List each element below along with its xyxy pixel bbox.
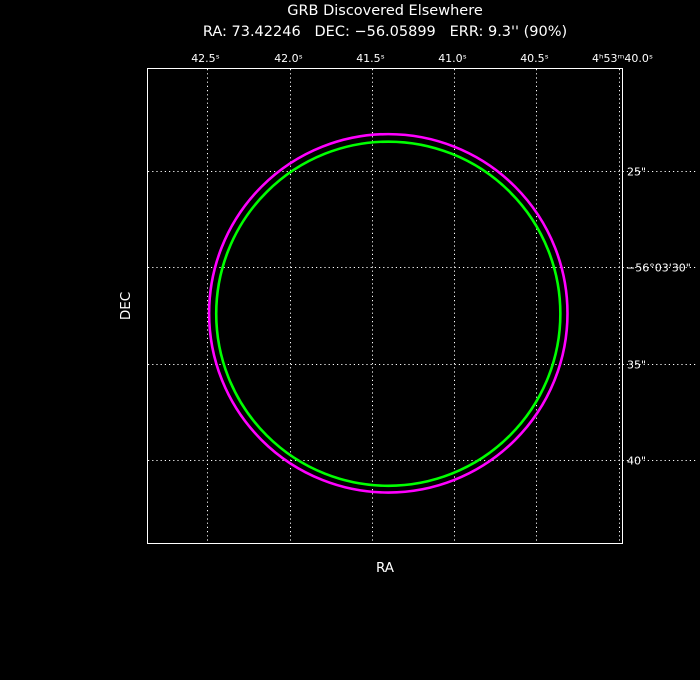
error-circle-magenta bbox=[207, 132, 569, 494]
chart-title: GRB Discovered Elsewhere bbox=[287, 3, 483, 19]
x-tick-labels: 42.5ˢ 42.0ˢ 41.5ˢ 41.0ˢ 40.5ˢ 4ʰ53ᵐ40.0ˢ bbox=[191, 52, 653, 65]
x-tick-label: 41.0ˢ bbox=[438, 52, 467, 65]
chart: GRB Discovered Elsewhere RA: 73.42246 DE… bbox=[118, 3, 696, 576]
plot-frame bbox=[147, 68, 623, 544]
y-tick-label: 35" bbox=[627, 359, 646, 372]
x-tick-label: 41.5ˢ bbox=[356, 52, 385, 65]
grid bbox=[148, 69, 696, 543]
x-tick-label: 4ʰ53ᵐ40.0ˢ bbox=[592, 52, 653, 65]
x-tick-label: 40.5ˢ bbox=[520, 52, 549, 65]
y-tick-label: 40" bbox=[627, 455, 646, 468]
chart-subtitle: RA: 73.42246 DEC: −56.05899 ERR: 9.3'' (… bbox=[203, 24, 567, 40]
y-tick-labels: 25" −56°03'30" 35" 40" bbox=[626, 166, 691, 468]
error-circle-green bbox=[214, 140, 562, 488]
y-axis-label: DEC bbox=[118, 292, 134, 320]
y-tick-label: 25" bbox=[627, 166, 646, 179]
y-tick-label: −56°03'30" bbox=[626, 262, 691, 275]
x-axis-label: RA bbox=[376, 560, 395, 576]
x-tick-label: 42.0ˢ bbox=[274, 52, 303, 65]
x-tick-label: 42.5ˢ bbox=[191, 52, 220, 65]
error-circles bbox=[207, 132, 569, 494]
